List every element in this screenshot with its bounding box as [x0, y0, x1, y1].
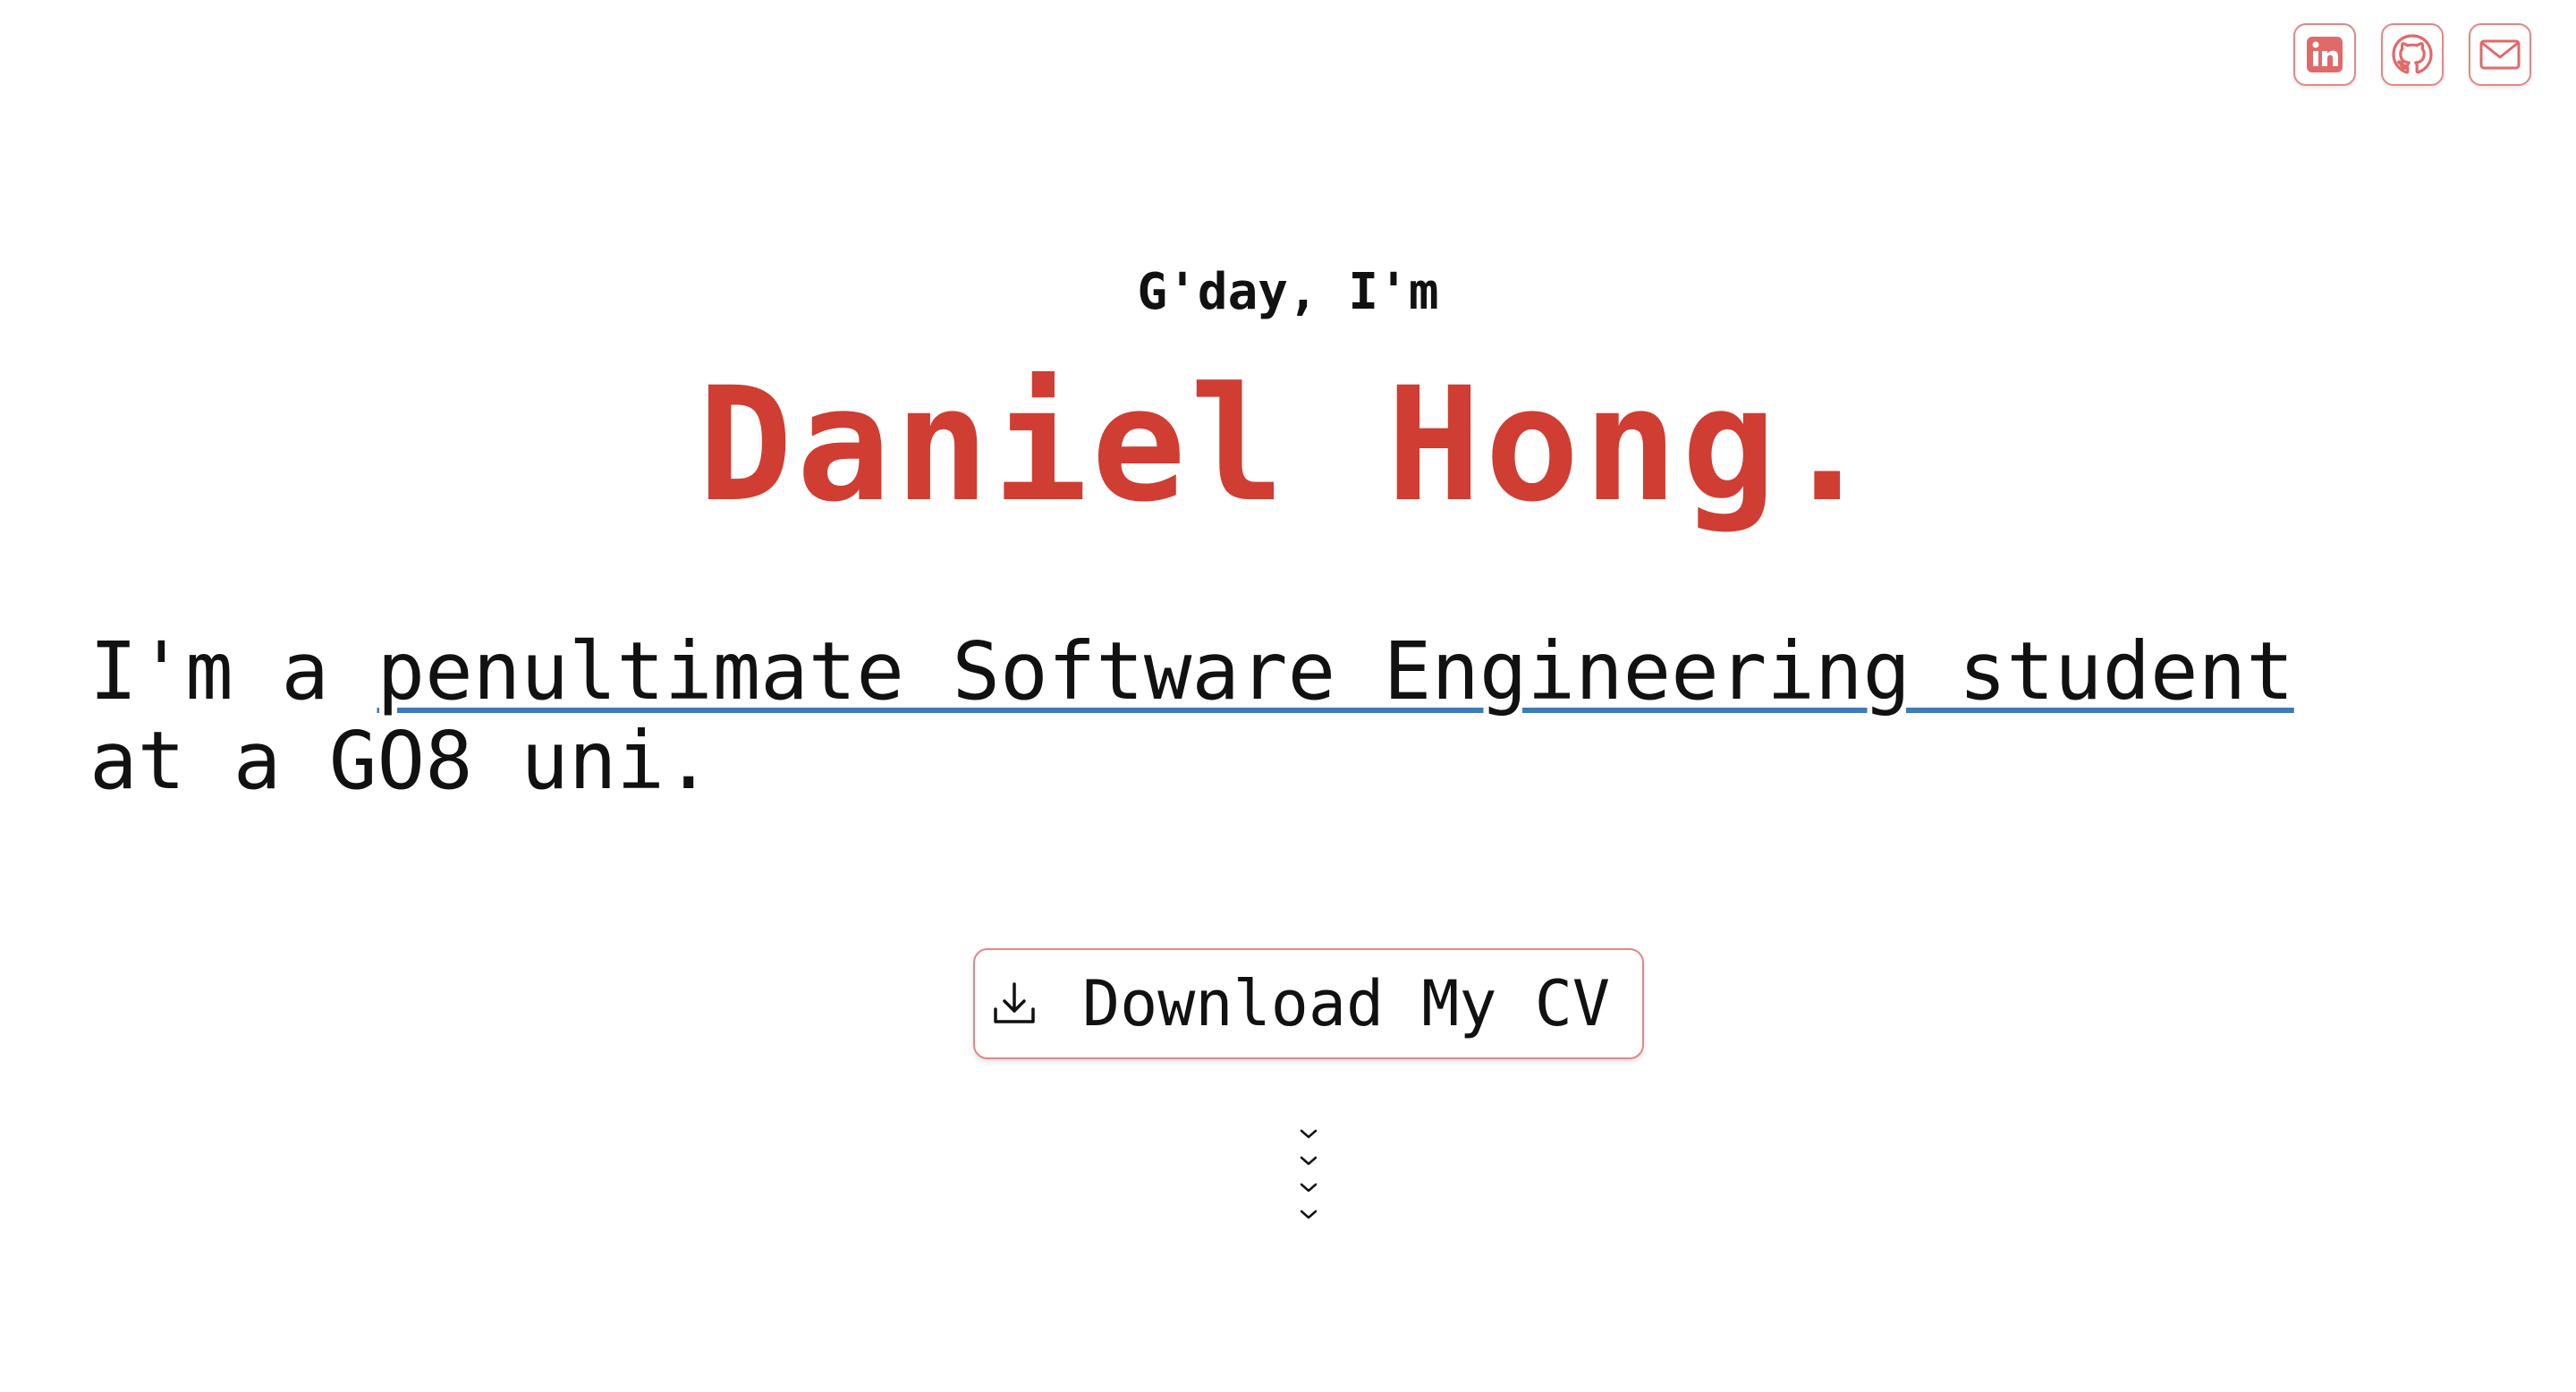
tagline-line-1: I'm a penultimate Software Engineering s…: [89, 626, 2504, 716]
download-cv-label: Download My CV: [1082, 967, 1611, 1040]
download-cv-button[interactable]: Download My CV: [973, 948, 1644, 1059]
github-icon: [2392, 34, 2433, 74]
scroll-down-indicator[interactable]: [1289, 1124, 1328, 1231]
social-links: [2293, 23, 2531, 86]
download-icon: [994, 982, 1035, 1023]
greeting: G'day, I'm: [1137, 263, 1439, 321]
linkedin-button[interactable]: [2293, 23, 2356, 86]
linkedin-icon: [2307, 37, 2343, 72]
email-button[interactable]: [2469, 23, 2531, 86]
tagline-line-2: at a GO8 uni.: [89, 714, 713, 807]
tagline-highlight: penultimate Software Engineering student: [377, 624, 2294, 717]
github-button[interactable]: [2381, 23, 2444, 86]
chevrons-down-icon: [1300, 1129, 1318, 1219]
mail-icon: [2479, 39, 2521, 70]
hero-name: Daniel Hong.: [698, 353, 1878, 537]
tagline: I'm a penultimate Software Engineering s…: [89, 626, 2504, 805]
tagline-prefix: I'm a: [89, 624, 377, 717]
